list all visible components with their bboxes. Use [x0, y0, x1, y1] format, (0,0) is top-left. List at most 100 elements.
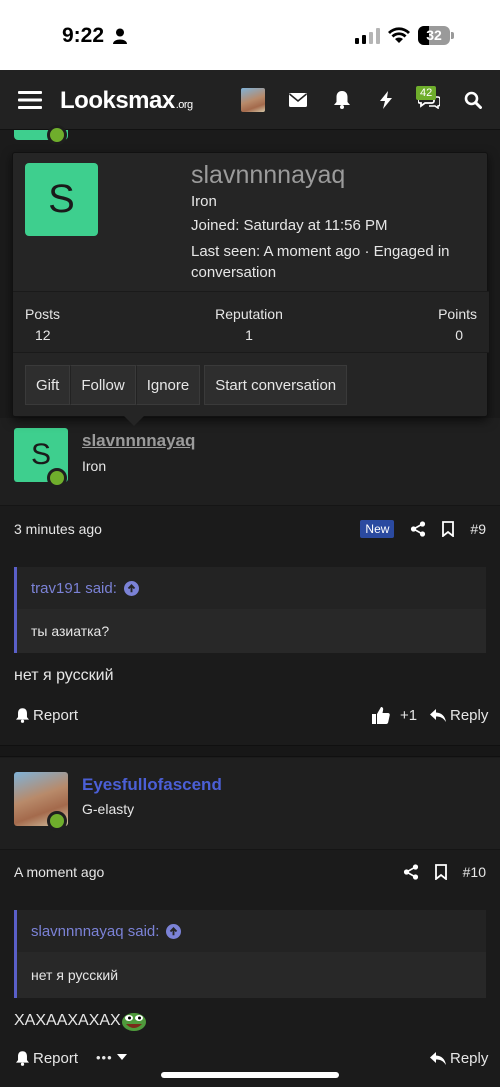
post-number[interactable]: #10 [463, 864, 486, 880]
bookmark-icon[interactable] [434, 864, 447, 880]
whats-new-button[interactable] [372, 70, 400, 130]
stat-value: 1 [245, 327, 253, 343]
conversations-button[interactable] [415, 70, 443, 130]
envelope-icon [289, 93, 307, 107]
card-username[interactable]: slavnnnnayaq [191, 161, 345, 190]
conversations-badge: 42 [416, 86, 437, 100]
quote-header[interactable]: trav191 said: [17, 567, 486, 609]
status-time: 9:22 [62, 24, 105, 47]
battery-icon: 32 [418, 26, 454, 45]
account-avatar [241, 88, 265, 112]
post-9-meta-actions: New #9 [360, 519, 486, 539]
reply-arrow-icon [430, 709, 446, 722]
post-9-user-header: S slavnnnnayaq Iron [0, 418, 500, 506]
chevron-down-icon [116, 1054, 127, 1060]
stat-label: Reputation [215, 306, 283, 322]
stat-reputation: Reputation 1 [201, 306, 297, 343]
quote-author: trav191 said: [31, 579, 117, 597]
lightning-bolt-icon [380, 91, 392, 109]
post-time[interactable]: A moment ago [14, 864, 104, 880]
card-pointer [124, 416, 144, 426]
quote-header[interactable]: slavnnnnayaq said: [17, 910, 486, 952]
inbox-button[interactable] [284, 70, 312, 130]
report-button[interactable]: Report [16, 1050, 78, 1067]
quote-author: slavnnnnayaq said: [31, 922, 160, 940]
search-icon [464, 91, 482, 109]
stat-value: 0 [455, 327, 463, 343]
card-avatar[interactable]: S [25, 163, 98, 236]
post-number[interactable]: #9 [470, 521, 486, 537]
card-last-seen: Last seen: A moment ago · Engaged in con… [191, 243, 450, 281]
card-stats: Posts 12 Reputation 1 Points 0 [13, 291, 489, 353]
card-action-group: Gift Follow Ignore [25, 365, 201, 407]
reply-label: Reply [450, 707, 489, 724]
site-logo[interactable]: Looksmax.org [60, 87, 193, 115]
bell-icon [16, 708, 29, 723]
reply-button[interactable]: Reply [430, 1050, 488, 1067]
post-message-row: ХАХААХАХАХ [14, 1010, 147, 1032]
report-button[interactable]: Report [16, 707, 78, 724]
card-joined-date: Joined: Saturday at 11:56 PM [191, 217, 388, 234]
arrow-up-circle-icon[interactable] [166, 923, 182, 939]
account-avatar-button[interactable] [240, 70, 266, 130]
menu-button[interactable] [10, 70, 50, 130]
post-message: ХАХААХАХАХ [14, 1012, 121, 1029]
quote-block: trav191 said: ты азиатка? [14, 567, 486, 653]
report-label: Report [33, 1050, 79, 1067]
hamburger-icon [18, 91, 42, 109]
bell-icon [16, 1051, 29, 1066]
more-options-button[interactable]: ••• [96, 1050, 127, 1065]
report-label: Report [33, 707, 79, 724]
post-time[interactable]: 3 minutes ago [14, 521, 102, 537]
arrow-up-circle-icon[interactable] [123, 580, 139, 596]
logo-suffix: .org [175, 99, 193, 111]
thumbs-up-icon [372, 707, 390, 724]
stat-posts[interactable]: Posts 12 [25, 306, 60, 343]
reply-arrow-icon [430, 1052, 446, 1065]
stat-label: Posts [25, 306, 61, 322]
bell-icon [334, 91, 350, 109]
post-10-user-header: Eyesfullofascend G-elasty [0, 758, 500, 850]
ignore-button[interactable]: Ignore [135, 365, 201, 405]
bookmark-icon[interactable] [442, 521, 455, 537]
status-bar: 9:22 32 [0, 0, 500, 70]
member-tooltip-card: S slavnnnnayaq Iron Joined: Saturday at … [12, 152, 489, 417]
quote-text: нет я русский [17, 952, 486, 998]
new-badge: New [360, 520, 395, 538]
battery-level: 32 [426, 27, 442, 43]
stat-points[interactable]: Points 0 [438, 306, 477, 343]
like-button[interactable]: +1 [372, 707, 417, 724]
share-icon[interactable] [403, 864, 419, 880]
person-icon [113, 28, 127, 44]
reply-label: Reply [450, 1050, 489, 1067]
user-title: Iron [82, 458, 107, 474]
card-actions: Gift Follow Ignore Start conversation [25, 365, 348, 407]
share-icon[interactable] [410, 521, 426, 537]
start-conversation-button[interactable]: Start conversation [204, 365, 348, 405]
top-navbar: Looksmax.org [0, 70, 500, 130]
online-indicator [47, 468, 67, 488]
post-username[interactable]: Eyesfullofascend [82, 775, 222, 795]
post-divider [0, 745, 500, 757]
card-user-title: Iron [191, 193, 217, 210]
more-dots: ••• [96, 1050, 113, 1065]
online-indicator [47, 811, 67, 831]
pepe-laugh-emoji-icon [121, 1013, 146, 1031]
cellular-signal-icon [355, 28, 380, 44]
logo-text: Looksmax [60, 87, 175, 114]
post-message: нет я русский [14, 667, 114, 684]
stat-value: 12 [35, 327, 51, 343]
post-10-meta-actions: #10 [403, 862, 486, 882]
alerts-button[interactable] [328, 70, 356, 130]
quote-text: ты азиатка? [17, 609, 486, 653]
post-username[interactable]: slavnnnnayaq [82, 431, 195, 451]
online-indicator [47, 125, 67, 145]
stat-label: Points [438, 306, 477, 322]
user-title: G-elasty [82, 801, 135, 817]
like-count: +1 [400, 707, 418, 724]
search-button[interactable] [458, 70, 488, 130]
follow-button[interactable]: Follow [70, 365, 136, 405]
reply-button[interactable]: Reply [430, 707, 488, 724]
gift-button[interactable]: Gift [25, 365, 71, 405]
home-indicator[interactable] [161, 1072, 339, 1078]
